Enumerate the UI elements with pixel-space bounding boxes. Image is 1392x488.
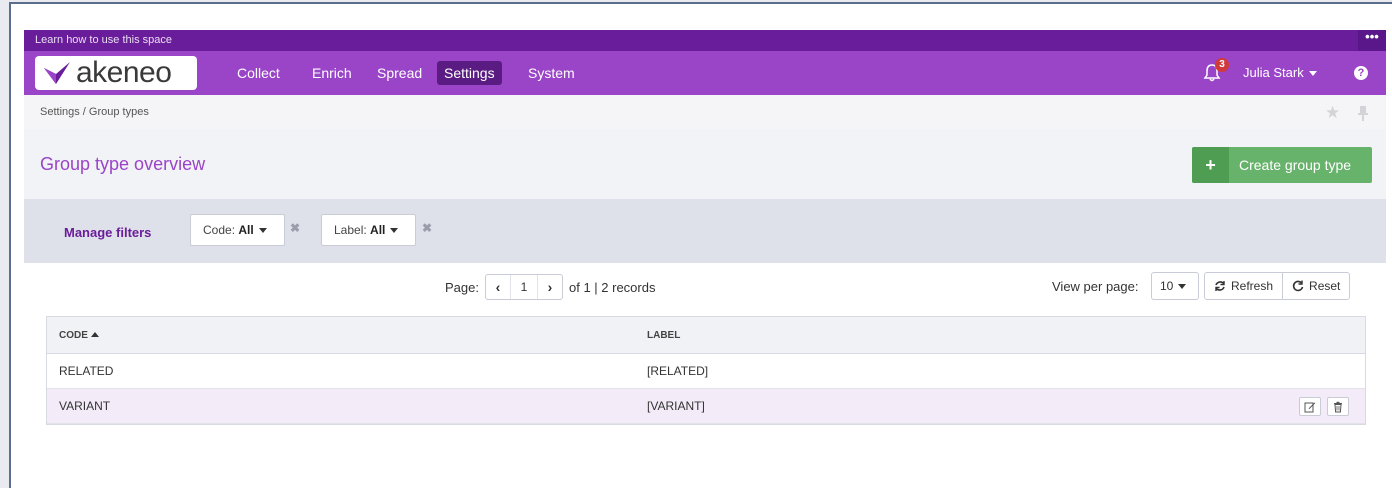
view-per-page-label: View per page: bbox=[1052, 279, 1139, 294]
breadcrumb: Settings / Group types bbox=[40, 106, 149, 118]
column-header-label[interactable]: LABEL bbox=[647, 330, 1365, 341]
notifications-badge: 3 bbox=[1215, 58, 1229, 72]
user-name: Julia Stark bbox=[1243, 65, 1304, 80]
row-label: [VARIANT] bbox=[647, 399, 705, 413]
nav-system[interactable]: System bbox=[521, 61, 582, 85]
help-icon[interactable]: ? bbox=[1354, 66, 1368, 80]
akeneo-logo-icon bbox=[44, 62, 70, 84]
delete-button[interactable] bbox=[1327, 397, 1349, 416]
per-page-select[interactable]: 10 bbox=[1151, 272, 1199, 300]
manage-filters-link[interactable]: Manage filters bbox=[64, 225, 151, 240]
refresh-button[interactable]: Refresh bbox=[1205, 273, 1282, 299]
chevron-down-icon bbox=[258, 228, 267, 234]
nav-enrich[interactable]: Enrich bbox=[305, 61, 359, 85]
row-code: VARIANT bbox=[59, 399, 111, 413]
filter-label-value: All bbox=[370, 223, 386, 237]
page-controls: ‹ 1 › bbox=[484, 274, 563, 300]
akeneo-logo[interactable]: akeneo bbox=[35, 56, 197, 90]
refresh-label: Refresh bbox=[1231, 279, 1274, 293]
learn-bar[interactable]: Learn how to use this space ••• bbox=[24, 30, 1386, 51]
pin-icon[interactable] bbox=[1356, 105, 1370, 121]
table-row[interactable]: VARIANT [VARIANT] bbox=[47, 389, 1365, 424]
refresh-icon bbox=[1215, 281, 1225, 291]
learn-bar-text[interactable]: Learn how to use this space bbox=[35, 34, 172, 46]
next-page-icon[interactable]: › bbox=[538, 275, 562, 299]
pagination: Page: ‹ 1 › of 1 | 2 records bbox=[445, 274, 655, 300]
edit-icon bbox=[1304, 402, 1316, 412]
user-menu[interactable]: Julia Stark bbox=[1243, 63, 1317, 83]
filter-code-prefix: Code: bbox=[203, 223, 239, 237]
page-label: Page: bbox=[445, 279, 479, 295]
learn-bar-menu-button[interactable]: ••• bbox=[1358, 30, 1386, 51]
remove-filter-code-icon[interactable]: ✖ bbox=[290, 221, 300, 235]
reset-label: Reset bbox=[1309, 279, 1341, 293]
nav-collect[interactable]: Collect bbox=[230, 61, 287, 85]
table-header: CODE LABEL bbox=[47, 317, 1365, 354]
create-button-label: Create group type bbox=[1239, 157, 1352, 173]
trash-icon bbox=[1334, 401, 1342, 412]
chevron-down-icon bbox=[1178, 284, 1187, 290]
records-summary: of 1 | 2 records bbox=[568, 279, 656, 295]
table-row[interactable]: RELATED [RELATED] bbox=[47, 354, 1365, 389]
reset-icon bbox=[1292, 280, 1304, 292]
title-bar: Group type overview + Create group type bbox=[24, 129, 1386, 199]
edit-button[interactable] bbox=[1299, 397, 1321, 416]
row-actions bbox=[1299, 397, 1349, 416]
remove-filter-label-icon[interactable]: ✖ bbox=[422, 221, 432, 235]
nav-spread[interactable]: Spread bbox=[370, 61, 429, 85]
top-navigation: akeneo Collect Enrich Spread Settings Sy… bbox=[24, 51, 1386, 95]
current-page-input[interactable]: 1 bbox=[509, 275, 538, 299]
logo-text: akeneo bbox=[76, 56, 172, 89]
per-page-value: 10 bbox=[1160, 279, 1174, 293]
nav-settings[interactable]: Settings bbox=[437, 61, 502, 85]
breadcrumb-bar: Settings / Group types ★ bbox=[24, 95, 1386, 129]
sort-ascending-icon bbox=[90, 332, 99, 338]
filter-bar: Manage filters Code: All ✖ Label: All ✖ bbox=[24, 199, 1386, 263]
chevron-down-icon bbox=[1308, 71, 1317, 77]
filter-label-prefix: Label: bbox=[334, 223, 371, 237]
filter-code[interactable]: Code: All bbox=[190, 214, 285, 246]
filter-code-value: All bbox=[238, 223, 254, 237]
reset-button[interactable]: Reset bbox=[1282, 273, 1349, 299]
favorite-star-icon[interactable]: ★ bbox=[1325, 103, 1340, 123]
grid-actions: Refresh Reset bbox=[1204, 272, 1351, 300]
prev-page-icon[interactable]: ‹ bbox=[486, 275, 510, 299]
plus-icon: + bbox=[1192, 147, 1229, 183]
chevron-down-icon bbox=[390, 228, 399, 234]
group-types-table: CODE LABEL RELATED [RELATED] VARIANT [VA… bbox=[46, 316, 1366, 425]
create-group-type-button[interactable]: + Create group type bbox=[1192, 147, 1372, 183]
filter-label[interactable]: Label: All bbox=[321, 214, 416, 246]
row-code: RELATED bbox=[59, 364, 114, 378]
page-title: Group type overview bbox=[40, 154, 206, 174]
column-header-code[interactable]: CODE bbox=[47, 330, 647, 341]
row-label: [RELATED] bbox=[647, 364, 709, 378]
